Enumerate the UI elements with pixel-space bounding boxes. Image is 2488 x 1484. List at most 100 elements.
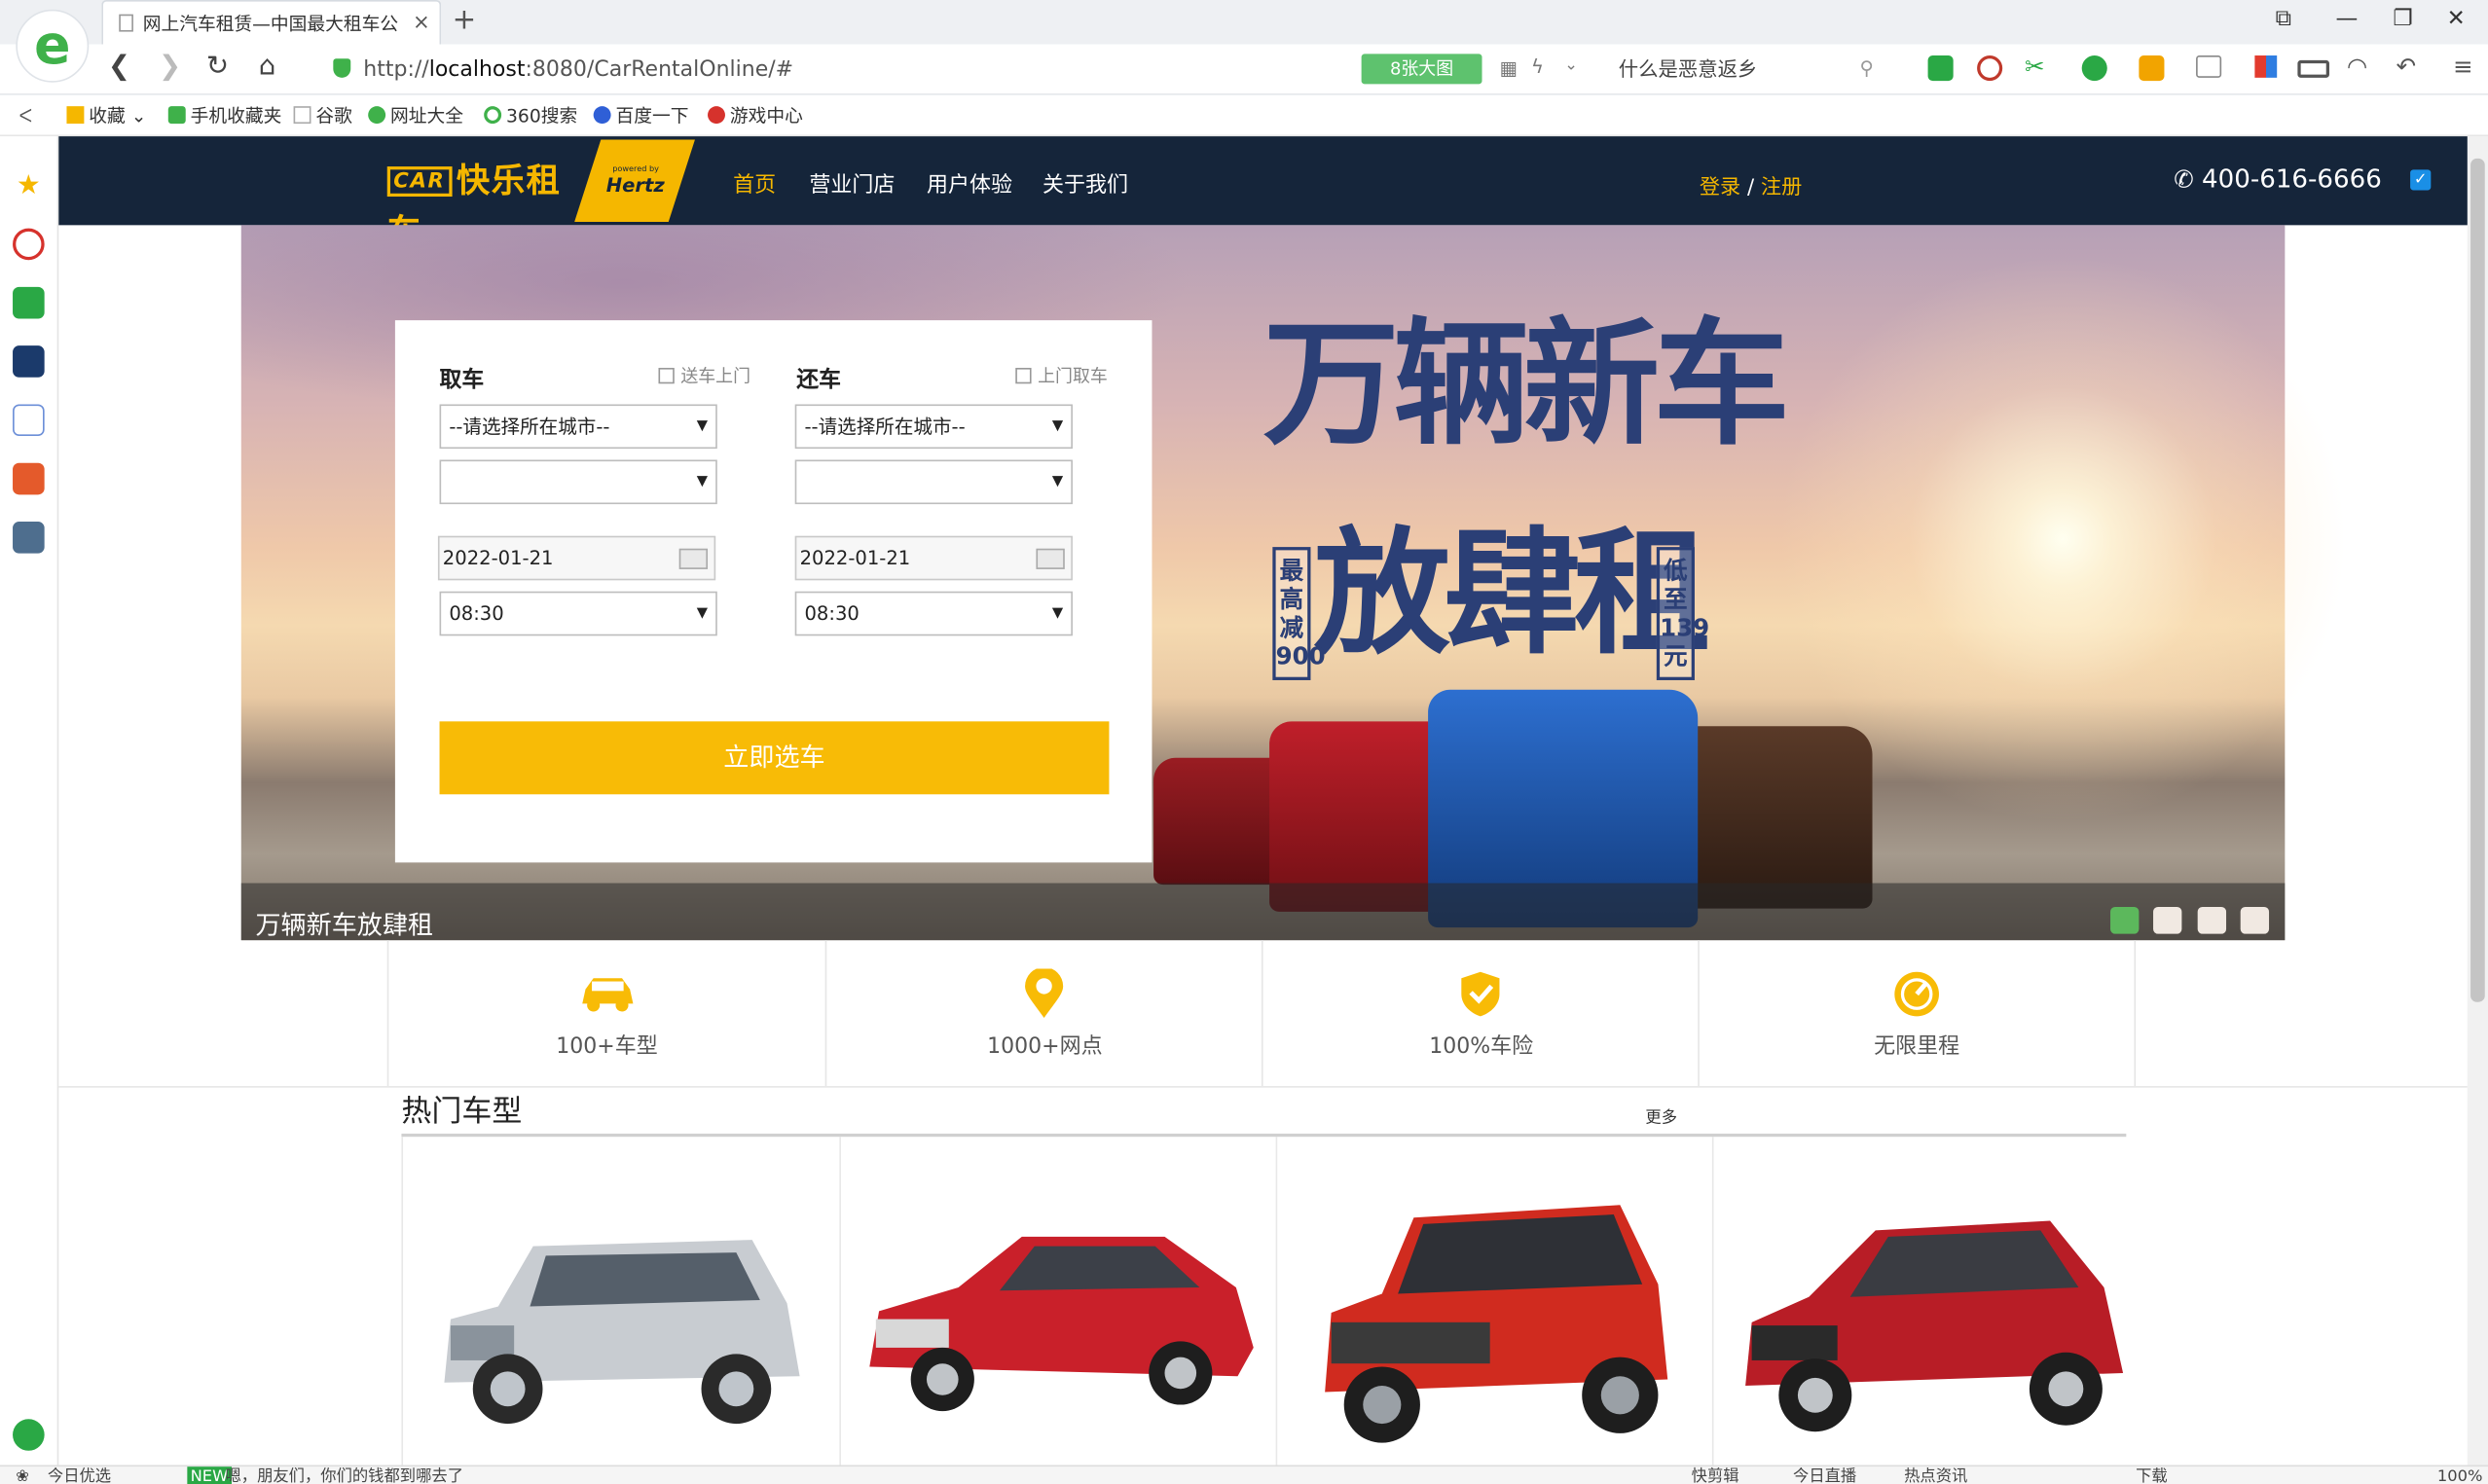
scissors-icon[interactable]: ✂ xyxy=(2025,53,2045,81)
apps-icon[interactable] xyxy=(2254,55,2278,78)
register-link[interactable]: 注册 xyxy=(1761,176,1802,199)
browser-tab[interactable]: 网上汽车租赁—中国最大租车公 × xyxy=(101,0,442,45)
status-live[interactable]: 今日直播 xyxy=(1793,1466,1856,1484)
headphones-icon[interactable]: ◠ xyxy=(2347,53,2367,81)
status-news[interactable]: 嗯，朋友们，你们的钱都到哪去了 xyxy=(225,1466,463,1484)
nav-home[interactable]: 首页 xyxy=(733,166,776,199)
feature-insurance: 100%车险 xyxy=(1261,940,1700,1087)
close-tab-icon[interactable]: × xyxy=(413,2,430,45)
new-tab-button[interactable]: + xyxy=(453,3,477,36)
weibo-icon[interactable] xyxy=(13,228,45,261)
calendar-icon[interactable] xyxy=(1036,548,1065,569)
pickup-store-select[interactable]: ▼ xyxy=(439,459,717,505)
car-card[interactable] xyxy=(401,1137,839,1470)
login-link[interactable]: 登录 xyxy=(1700,176,1740,199)
translate-icon[interactable] xyxy=(2081,55,2107,82)
more-link[interactable]: 更多 xyxy=(1645,1104,1677,1128)
chevron-down-icon[interactable]: ⌄ xyxy=(1564,57,1578,75)
search-icon[interactable]: ⚲ xyxy=(1859,57,1873,80)
news-icon[interactable] xyxy=(13,345,45,378)
back-icon[interactable]: ❮ xyxy=(108,51,130,83)
powered-by: powered by xyxy=(612,164,660,175)
car-card[interactable] xyxy=(1275,1137,1714,1470)
return-city-select[interactable]: --请选择所在城市-- ▼ xyxy=(794,404,1073,450)
scrollbar-thumb[interactable] xyxy=(2470,158,2485,1002)
add-icon[interactable] xyxy=(13,1419,45,1451)
close-window-button[interactable]: ✕ xyxy=(2447,7,2466,32)
slide-dot[interactable] xyxy=(2153,906,2182,934)
nav-experience[interactable]: 用户体验 xyxy=(927,166,1012,199)
battery-icon[interactable] xyxy=(2297,59,2329,78)
car-image-red-sedan xyxy=(869,1236,1254,1412)
screenshot-icon[interactable] xyxy=(2196,55,2222,78)
pickup-time-select[interactable]: 08:30 ▼ xyxy=(439,591,717,636)
search-input[interactable]: 什么是恶意返乡 xyxy=(1602,51,1887,89)
status-hot-news[interactable]: 热点资讯 xyxy=(1904,1466,1967,1484)
feature-outlets: 1000+网点 xyxy=(824,940,1263,1087)
forward-icon[interactable]: ❯ xyxy=(159,51,181,83)
gift-icon[interactable]: ❀ xyxy=(16,1466,29,1484)
game-icon[interactable] xyxy=(13,462,45,495)
dropdown-arrow-icon: ▼ xyxy=(1051,418,1064,435)
slide-dot[interactable] xyxy=(2240,906,2270,934)
address-bar[interactable]: http://localhost:8080/CarRentalOnline/# xyxy=(333,51,1348,89)
calendar-icon[interactable] xyxy=(678,548,709,569)
dropdown-arrow-icon: ▼ xyxy=(696,418,709,435)
browser-logo-icon[interactable]: e xyxy=(16,9,90,83)
extension-icon[interactable] xyxy=(1977,55,2003,82)
pin-window-icon[interactable]: ⧉ xyxy=(2276,7,2291,32)
return-time-select[interactable]: 08:30 ▼ xyxy=(794,591,1073,636)
bookmark-item[interactable]: 手机收藏夹 xyxy=(167,95,281,136)
slide-dot-active[interactable] xyxy=(2110,906,2140,934)
lightning-icon[interactable]: ϟ xyxy=(1531,55,1544,78)
mail-icon[interactable] xyxy=(13,286,45,319)
car-card[interactable] xyxy=(839,1137,1277,1470)
slide-dot[interactable] xyxy=(2197,906,2227,934)
collapse-sidebar-icon[interactable]: ᐸ xyxy=(19,95,33,136)
pickup-date-input[interactable]: 2022-01-21 xyxy=(437,535,716,581)
status-download[interactable]: 下载 xyxy=(2136,1466,2168,1484)
select-car-button[interactable]: 立即选车 xyxy=(439,721,1110,795)
zoom-level[interactable]: 100% xyxy=(2437,1466,2483,1484)
game2-icon[interactable] xyxy=(13,522,45,554)
restore-button[interactable]: ❐ xyxy=(2393,7,2412,32)
checkbox-icon[interactable]: ✓ xyxy=(2410,169,2432,191)
browser-status-bar: ❀ 今日优选 NEW 嗯，朋友们，你们的钱都到哪去了 快剪辑 今日直播 热点资讯… xyxy=(0,1465,2488,1484)
date-value: 2022-01-21 xyxy=(799,547,911,569)
bookmark-item[interactable]: 网址大全 xyxy=(368,95,463,136)
minimize-button[interactable]: — xyxy=(2336,7,2359,32)
checkbox-icon[interactable] xyxy=(1015,367,1032,384)
checkbox-icon[interactable] xyxy=(658,367,675,384)
status-featured[interactable]: 今日优选 xyxy=(48,1466,111,1484)
return-date-input[interactable]: 2022-01-21 xyxy=(794,535,1073,581)
pickup-service-checkbox[interactable]: 上门取车 xyxy=(1015,363,1108,388)
browser-sidebar xyxy=(0,136,59,1466)
bookmark-item[interactable]: 游戏中心 xyxy=(708,95,803,136)
nav-about[interactable]: 关于我们 xyxy=(1043,166,1128,199)
speedometer-icon xyxy=(1894,971,1939,1017)
return-store-select[interactable]: ▼ xyxy=(794,459,1073,505)
menu-icon[interactable]: ≡ xyxy=(2453,53,2473,81)
reader-icon[interactable] xyxy=(1927,55,1954,82)
coupon-icon[interactable] xyxy=(2139,55,2165,82)
site-logo[interactable]: CAR快乐租车 xyxy=(386,156,594,250)
undo-icon[interactable]: ↶ xyxy=(2396,53,2416,81)
select-value: 08:30 xyxy=(449,602,504,625)
delivery-checkbox[interactable]: 送车上门 xyxy=(658,363,750,388)
qr-icon[interactable]: ▦ xyxy=(1499,57,1517,80)
pickup-city-select[interactable]: --请选择所在城市-- ▼ xyxy=(439,404,717,450)
bookmark-item[interactable]: 百度一下 xyxy=(593,95,688,136)
car-card[interactable] xyxy=(1711,1137,2150,1470)
image-count-badge[interactable]: 8张大图 xyxy=(1361,54,1482,85)
home-icon[interactable]: ⌂ xyxy=(259,51,276,83)
bookmark-item[interactable]: 360搜索 xyxy=(484,95,577,136)
banner-slogan-line2: 放肆租 xyxy=(1313,513,1711,674)
nav-stores[interactable]: 营业门店 xyxy=(809,166,895,199)
bookmark-item[interactable]: 收藏 ⌄ xyxy=(66,95,146,136)
reload-icon[interactable]: ↻ xyxy=(206,51,229,83)
status-clip[interactable]: 快剪辑 xyxy=(1692,1466,1739,1484)
url-path: :8080/CarRentalOnline/# xyxy=(525,56,794,83)
star-icon[interactable]: ★ xyxy=(13,169,45,201)
bookmark-item[interactable]: 谷歌 xyxy=(293,95,352,136)
document-icon[interactable] xyxy=(13,404,45,437)
